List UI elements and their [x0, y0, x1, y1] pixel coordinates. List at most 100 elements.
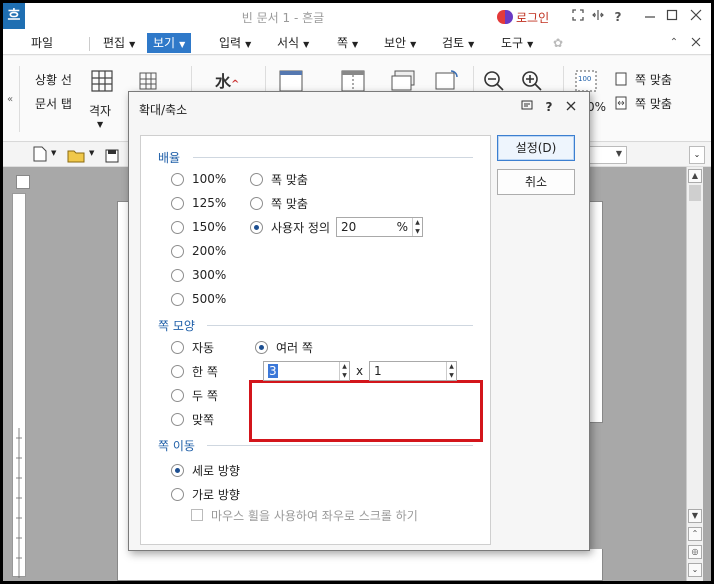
zoom-100-label: 100%: [192, 172, 227, 186]
zoom-section-heading: 배율: [158, 151, 181, 165]
menu-view[interactable]: 보기 ▼: [147, 33, 192, 53]
single-page-option[interactable]: 한 쪽: [171, 362, 218, 380]
chevron-down-icon[interactable]: ▼: [89, 149, 94, 157]
dialog-help-icon[interactable]: ?: [541, 99, 557, 115]
radio-button[interactable]: [171, 268, 184, 282]
fit-page-icon: [615, 70, 627, 91]
spin-arrows-icon[interactable]: ▲ ▼: [446, 362, 456, 380]
help-icon[interactable]: ?: [609, 8, 627, 26]
fit-width-option[interactable]: 폭 맞춤: [250, 170, 308, 188]
radio-button[interactable]: [171, 412, 184, 426]
scroll-down-icon[interactable]: ▼: [688, 509, 702, 523]
addon-icon[interactable]: ✿: [549, 34, 567, 52]
fit-page-button[interactable]: 쪽 맞춤: [635, 71, 672, 88]
dialog-menu-icon[interactable]: [519, 99, 535, 115]
custom-zoom-value[interactable]: 20: [337, 220, 397, 234]
vertical-ruler: [12, 193, 26, 578]
spin-arrows-icon[interactable]: ▲ ▼: [339, 362, 349, 380]
custom-zoom-option[interactable]: 사용자 정의: [250, 218, 330, 236]
multi-page-rows-stepper[interactable]: 1 ▲ ▼: [369, 361, 457, 381]
save-icon[interactable]: [105, 147, 119, 168]
mouse-wheel-option[interactable]: 마우스 휠을 사용하여 좌우로 스크롤 하기: [191, 506, 418, 524]
restore-icon[interactable]: [663, 8, 681, 26]
radio-button[interactable]: [171, 487, 184, 501]
status-line-toggle[interactable]: 상황 선: [35, 71, 72, 88]
menu-tools[interactable]: 도구 ▼: [497, 33, 537, 53]
page-nav-icon[interactable]: ◎: [688, 545, 702, 559]
radio-button[interactable]: [171, 220, 184, 234]
ribbon-separator: [19, 66, 20, 132]
login-button[interactable]: 로그인: [497, 8, 549, 26]
two-page-option[interactable]: 두 쪽: [171, 386, 218, 404]
chevron-down-icon: ▼: [352, 40, 359, 49]
menu-insert[interactable]: 입력 ▼: [215, 33, 255, 53]
cols-value[interactable]: 3: [268, 364, 278, 378]
menu-edit[interactable]: 편집 ▼: [99, 33, 139, 53]
split-view-icon[interactable]: [589, 8, 607, 26]
page-down-icon[interactable]: ⌄: [688, 563, 702, 577]
menu-security[interactable]: 보안 ▼: [380, 33, 420, 53]
radio-button-selected[interactable]: [171, 463, 184, 477]
chevron-down-icon[interactable]: ▼: [51, 149, 56, 157]
ribbon-scroll-left-icon[interactable]: «: [7, 94, 13, 105]
fit-page-option[interactable]: 쪽 맞춤: [250, 194, 308, 212]
radio-button[interactable]: [171, 196, 184, 210]
menu-format-label: 서식: [277, 36, 300, 50]
menu-format[interactable]: 서식 ▼: [273, 33, 313, 53]
menu-file[interactable]: 파일: [27, 33, 57, 53]
minimize-icon[interactable]: [641, 8, 659, 26]
ok-button[interactable]: 설정(D): [497, 135, 575, 161]
radio-button[interactable]: [171, 172, 184, 186]
page-up-icon[interactable]: ⌃: [688, 527, 702, 541]
scroll-thumb[interactable]: [689, 185, 701, 201]
custom-zoom-stepper[interactable]: 20 % ▲ ▼: [336, 217, 423, 237]
radio-button[interactable]: [171, 244, 184, 258]
fit-page-label: 쪽 맞춤: [271, 196, 308, 211]
collapse-ribbon-icon[interactable]: ⌃: [665, 34, 683, 52]
close-document-icon[interactable]: [687, 34, 705, 52]
menu-edit-label: 편집: [103, 36, 126, 50]
multi-page-cols-stepper[interactable]: 3 ▲ ▼: [263, 361, 350, 381]
zoom-150-option[interactable]: 150%: [171, 218, 226, 236]
radio-button[interactable]: [171, 340, 184, 354]
vertical-scrollbar[interactable]: ▲ ▼ ⌃ ◎ ⌄: [686, 167, 703, 581]
chevron-down-icon[interactable]: ▼: [97, 120, 103, 129]
radio-button[interactable]: [250, 196, 263, 210]
hanja-icon[interactable]: 水^: [215, 68, 239, 92]
radio-button[interactable]: [171, 292, 184, 306]
close-icon[interactable]: [687, 8, 705, 26]
dialog-close-icon[interactable]: [563, 99, 579, 115]
menu-page[interactable]: 쪽 ▼: [333, 33, 362, 53]
horizontal-direction-option[interactable]: 가로 방향: [171, 485, 240, 503]
open-folder-icon[interactable]: [67, 147, 85, 168]
dialog-title: 확대/축소: [139, 103, 188, 117]
page-auto-option[interactable]: 자동: [171, 338, 214, 356]
menu-review[interactable]: 검토 ▼: [438, 33, 478, 53]
zoom-500-option[interactable]: 500%: [171, 290, 226, 308]
radio-button-selected[interactable]: [250, 220, 263, 234]
fullscreen-icon[interactable]: [569, 8, 587, 26]
scroll-up-icon[interactable]: ▲: [688, 169, 702, 183]
cancel-button[interactable]: 취소: [497, 169, 575, 195]
zoom-200-option[interactable]: 200%: [171, 242, 226, 260]
doc-tab-toggle[interactable]: 문서 탭: [35, 95, 72, 112]
ruler-corner-icon[interactable]: [16, 175, 30, 189]
zoom-100-option[interactable]: 100%: [171, 170, 226, 188]
rows-value[interactable]: 1: [370, 364, 446, 378]
zoom-300-option[interactable]: 300%: [171, 266, 226, 284]
vertical-direction-option[interactable]: 세로 방향: [171, 461, 240, 479]
radio-button[interactable]: [250, 172, 263, 186]
fit-width-button[interactable]: 쪽 맞춤: [635, 95, 672, 112]
radio-button[interactable]: [171, 388, 184, 402]
zoom-125-option[interactable]: 125%: [171, 194, 226, 212]
multi-page-option[interactable]: 여러 쪽: [255, 338, 313, 356]
radio-button-selected[interactable]: [255, 340, 268, 354]
grid-button[interactable]: 격자: [89, 102, 111, 119]
zoom-500-label: 500%: [192, 292, 227, 306]
checkbox[interactable]: [191, 509, 203, 521]
spin-arrows-icon[interactable]: ▲ ▼: [412, 218, 422, 236]
radio-button[interactable]: [171, 364, 184, 378]
toolbar-expand-icon[interactable]: ⌄: [689, 146, 705, 164]
new-document-icon[interactable]: [33, 146, 47, 167]
facing-page-option[interactable]: 맞쪽: [171, 410, 214, 428]
